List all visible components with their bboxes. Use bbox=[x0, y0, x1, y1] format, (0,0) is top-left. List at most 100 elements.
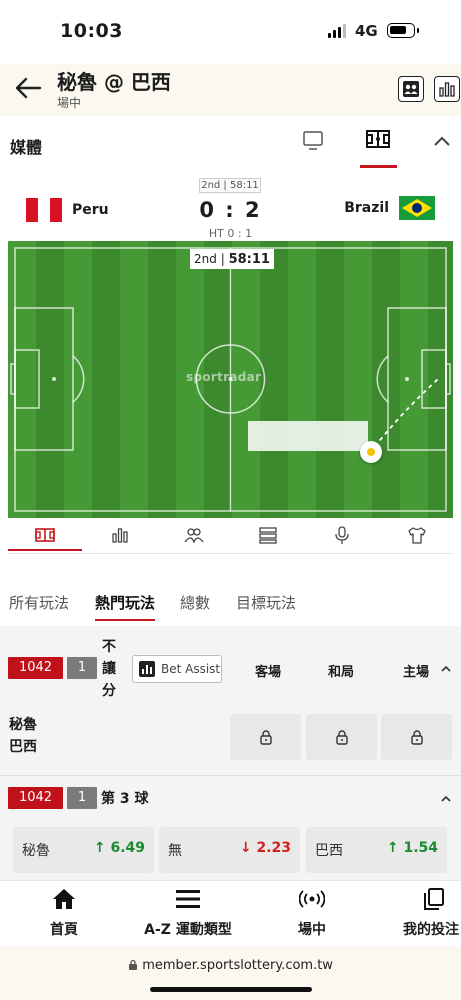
odds-value: ↑ 1.54 bbox=[386, 840, 438, 856]
market-num-badge: 1 bbox=[67, 657, 97, 679]
event-banner bbox=[248, 421, 368, 451]
odds-button-locked[interactable] bbox=[230, 714, 301, 760]
market-name-char: 分 bbox=[102, 683, 116, 699]
market-title: 第 3 球 bbox=[101, 791, 149, 807]
tab-stats[interactable] bbox=[109, 524, 131, 546]
media-label: 媒體 bbox=[10, 138, 43, 157]
people-icon bbox=[184, 528, 204, 543]
odds-button[interactable]: 巴西 ↑ 1.54 bbox=[306, 827, 447, 873]
tab-goal-markets[interactable]: 目標玩法 bbox=[236, 592, 296, 613]
col-draw: 和局 bbox=[328, 665, 355, 680]
market-name: 不 讓 分 bbox=[101, 636, 117, 702]
lock-icon bbox=[410, 730, 423, 745]
market-name-char: 讓 bbox=[102, 661, 116, 677]
divider bbox=[0, 775, 461, 776]
tab-popular-markets[interactable]: 熱門玩法 bbox=[95, 592, 156, 621]
pitch-clock: 2nd | 58:11 bbox=[190, 249, 274, 269]
tab-lineups[interactable] bbox=[183, 524, 205, 546]
status-time: 10:03 bbox=[60, 20, 123, 42]
browser-url-bar: member.sportslottery.com.tw bbox=[0, 946, 461, 1000]
bet-assist-label: Bet Assist bbox=[161, 662, 221, 676]
tab-table[interactable] bbox=[257, 524, 279, 546]
odds-button-locked[interactable] bbox=[381, 714, 452, 760]
odds-button[interactable]: 秘魯 ↑ 6.49 bbox=[13, 827, 154, 873]
lock-icon bbox=[259, 730, 272, 745]
stats-button[interactable] bbox=[434, 76, 460, 102]
stats-icon bbox=[439, 82, 455, 97]
col-away: 客場 bbox=[255, 665, 282, 680]
url-display[interactable]: member.sportslottery.com.tw bbox=[0, 958, 461, 973]
menu-icon bbox=[176, 890, 200, 908]
pitch-icon bbox=[366, 130, 390, 148]
status-bar: 10:03 4G bbox=[0, 0, 461, 64]
market-teams: 秘魯 巴西 bbox=[9, 714, 37, 758]
odds-number: 1.54 bbox=[403, 840, 438, 856]
halftime-score: HT 0 : 1 bbox=[208, 227, 253, 240]
odds-label: 無 bbox=[168, 843, 182, 859]
nav-home-label: 首頁 bbox=[50, 922, 78, 938]
team2-label: 巴西 bbox=[9, 739, 37, 755]
chevron-up-icon[interactable] bbox=[432, 134, 452, 148]
tracker-tabs bbox=[8, 518, 453, 554]
home-indicator[interactable] bbox=[150, 987, 312, 992]
people-icon bbox=[403, 81, 419, 97]
lineup-button[interactable] bbox=[398, 76, 424, 102]
bets-icon bbox=[424, 888, 444, 910]
tab-all-markets[interactable]: 所有玩法 bbox=[9, 592, 69, 613]
tv-icon[interactable] bbox=[302, 130, 324, 152]
odds-value: ↓ 2.23 bbox=[239, 840, 291, 856]
away-team-name: Brazil bbox=[344, 200, 389, 216]
ball-marker bbox=[360, 441, 382, 463]
pitch-tab[interactable] bbox=[360, 128, 397, 168]
url-text: member.sportslottery.com.tw bbox=[142, 958, 333, 973]
page-subtitle: 場中 bbox=[57, 96, 82, 110]
nav-home[interactable]: 首頁 bbox=[42, 887, 86, 939]
brazil-flag-icon bbox=[399, 196, 435, 220]
bet-assist-button[interactable]: Bet Assist bbox=[132, 655, 222, 683]
nav-my-bets-label: 我的投注 bbox=[403, 922, 459, 938]
odds-value: ↑ 6.49 bbox=[93, 840, 145, 856]
tab-pitch[interactable] bbox=[34, 524, 56, 546]
odds-number: 2.23 bbox=[256, 840, 291, 856]
nav-live[interactable]: 場中 bbox=[290, 887, 334, 939]
chevron-up-icon[interactable] bbox=[440, 794, 452, 804]
active-tab-indicator bbox=[8, 549, 82, 551]
bottom-nav: 首頁 A-Z 運動類型 場中 我的投注 bbox=[0, 880, 461, 946]
bar-chart-icon bbox=[139, 661, 155, 677]
away-team: Brazil bbox=[344, 196, 435, 220]
page-header: 秘魯 @ 巴西 場中 bbox=[0, 64, 461, 116]
market-code-badge: 1042 bbox=[8, 657, 63, 679]
odds-label: 秘魯 bbox=[22, 843, 50, 859]
stats-icon bbox=[112, 528, 128, 543]
live-icon bbox=[298, 890, 326, 908]
tab-kit[interactable] bbox=[406, 524, 428, 546]
match-tracker-pitch: 2nd | 58:11 sportradar bbox=[8, 241, 453, 518]
scoreboard: 2nd | 58:11 Peru 0 : 2 Brazil HT 0 : 1 bbox=[0, 170, 461, 242]
home-icon bbox=[53, 889, 75, 909]
market-name-char: 不 bbox=[102, 639, 116, 655]
odds-label: 巴西 bbox=[315, 843, 343, 859]
page-title: 秘魯 @ 巴西 bbox=[57, 70, 171, 94]
tab-commentary[interactable] bbox=[331, 524, 353, 546]
lock-icon bbox=[129, 959, 138, 970]
tab-totals[interactable]: 總數 bbox=[180, 592, 210, 613]
shirt-icon bbox=[408, 527, 426, 544]
microphone-icon bbox=[335, 526, 349, 544]
media-bar: 媒體 bbox=[0, 118, 461, 170]
nav-sports[interactable]: A-Z 運動類型 bbox=[140, 887, 236, 939]
back-arrow-icon[interactable] bbox=[14, 74, 42, 102]
market-num-badge: 1 bbox=[67, 787, 97, 809]
odds-button[interactable]: 無 ↓ 2.23 bbox=[159, 827, 300, 873]
odds-button-locked[interactable] bbox=[306, 714, 377, 760]
provider-logo: sportradar bbox=[186, 370, 262, 384]
signal-icon bbox=[328, 24, 346, 38]
team1-label: 秘魯 bbox=[9, 717, 37, 733]
odds-number: 6.49 bbox=[110, 840, 145, 856]
period-badge: 2nd | 58:11 bbox=[199, 178, 261, 193]
lock-icon bbox=[335, 730, 348, 745]
chevron-up-icon[interactable] bbox=[440, 664, 452, 674]
network-label: 4G bbox=[355, 22, 378, 40]
market-code-badge: 1042 bbox=[8, 787, 63, 809]
nav-my-bets[interactable]: 我的投注 bbox=[403, 887, 461, 939]
nav-sports-label: A-Z 運動類型 bbox=[144, 922, 232, 938]
